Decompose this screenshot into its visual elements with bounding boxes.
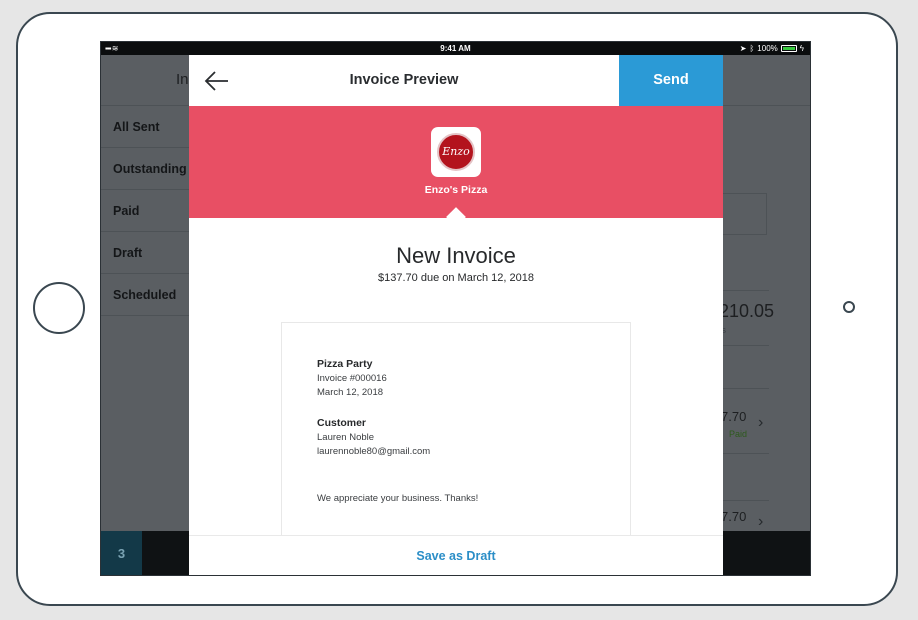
bg-divider <box>719 388 769 389</box>
invoice-date: March 12, 2018 <box>317 387 384 398</box>
status-time: 9:41 AM <box>440 44 471 53</box>
bg-sidebar-item-all-sent: All Sent <box>101 106 189 148</box>
invoice-card: Pizza Party Invoice #000016 March 12, 20… <box>281 322 631 562</box>
status-bar: ▪▪▪ ≋ 9:41 AM ➤ ᛒ 100% ϟ <box>101 42 810 55</box>
bg-row-amount: 7.70 <box>721 409 747 424</box>
bg-divider <box>719 345 769 346</box>
bg-sidebar-item-paid: Paid <box>101 190 189 232</box>
merchant-logo: Enzo <box>431 127 481 177</box>
send-button[interactable]: Send <box>619 55 723 106</box>
customer-label: Customer <box>317 417 367 429</box>
screen: ▪▪▪ ≋ 9:41 AM ➤ ᛒ 100% ϟ In All Sent Out… <box>100 41 811 576</box>
customer-name: Lauren Noble <box>317 432 375 443</box>
invoice-preview-modal: Invoice Preview Send Enzo Enzo's Pizza N… <box>189 55 723 575</box>
bg-sidebar-item-scheduled: Scheduled <box>101 274 189 316</box>
bg-sidebar-item-outstanding: Outstanding <box>101 148 189 190</box>
merchant-name: Enzo's Pizza <box>424 184 488 196</box>
bg-sidebar-item-draft: Draft <box>101 232 189 274</box>
bg-row-amount: 7.70 <box>721 509 747 524</box>
chevron-right-icon: › <box>758 414 764 431</box>
bg-search-box <box>723 193 767 235</box>
invoice-event: Pizza Party <box>317 358 373 370</box>
bg-sidebar: All Sent Outstanding Paid Draft Schedule… <box>101 106 189 316</box>
home-button[interactable] <box>33 282 85 334</box>
battery-percent: 100% <box>757 44 778 53</box>
bg-divider <box>719 453 769 454</box>
bg-total-amount: 210.05 <box>719 301 775 321</box>
bg-count-badge: 3 <box>101 531 142 575</box>
invoice-title: New Invoice <box>396 243 516 268</box>
chevron-right-icon: › <box>758 513 764 530</box>
invoice-number: Invoice #000016 <box>317 373 387 384</box>
customer-email: laurennoble80@gmail.com <box>317 446 431 457</box>
location-icon: ➤ <box>739 44 747 53</box>
charging-icon: ϟ <box>799 44 804 53</box>
save-as-draft-button[interactable]: Save as Draft <box>189 549 723 563</box>
battery-icon <box>780 45 797 52</box>
bg-divider <box>719 500 769 501</box>
bluetooth-icon: ᛒ <box>749 44 755 53</box>
bg-title: In <box>176 71 189 88</box>
modal-title: Invoice Preview <box>349 72 459 88</box>
merchant-banner: Enzo Enzo's Pizza <box>189 106 723 218</box>
status-right: ➤ ᛒ 100% ϟ <box>740 44 804 53</box>
modal-header: Invoice Preview Send <box>189 55 723 106</box>
logo-icon: Enzo <box>437 133 475 171</box>
invoice-message: We appreciate your business. Thanks! <box>317 493 479 504</box>
invoice-due-line: $137.70 due on March 12, 2018 <box>378 272 534 284</box>
front-camera <box>843 301 855 313</box>
bg-row-status: Paid <box>729 429 748 439</box>
modal-footer: Save as Draft <box>189 535 723 575</box>
bg-divider <box>719 290 769 291</box>
